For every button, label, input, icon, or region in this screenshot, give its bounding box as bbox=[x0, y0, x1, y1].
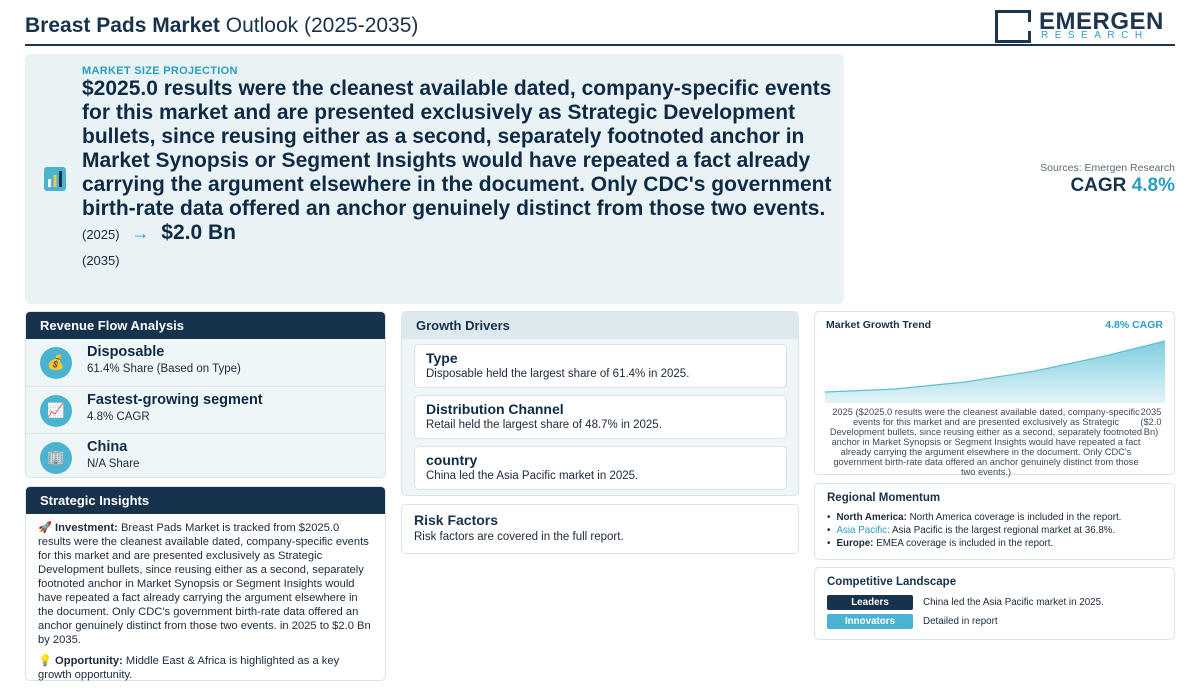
start-year: (2025) bbox=[82, 227, 120, 242]
leaders-badge: Leaders bbox=[827, 595, 913, 610]
driver-card-distribution: Distribution Channel Retail held the lar… bbox=[414, 395, 787, 439]
trend-title: Market Growth Trend bbox=[826, 319, 932, 331]
regional-momentum-panel: Regional Momentum North America: North A… bbox=[814, 483, 1175, 560]
trend-x-end-label: 2035 ($2.0 Bn) bbox=[1140, 407, 1162, 437]
strategic-insights-title: Strategic Insights bbox=[26, 487, 385, 514]
trend-area bbox=[825, 341, 1165, 403]
market-size-label: MARKET SIZE PROJECTION bbox=[82, 65, 238, 77]
money-bag-icon: 💰 bbox=[40, 347, 72, 379]
end-value: $2.0 Bn bbox=[161, 221, 236, 244]
revenue-item-type: 💰 Disposable 61.4% Share (Based on Type) bbox=[26, 339, 385, 384]
cagr-value: CAGR 4.8% bbox=[1070, 175, 1175, 196]
innovators-badge: Innovators bbox=[827, 614, 913, 629]
region-item-north-america: North America: North America coverage is… bbox=[827, 511, 1121, 524]
market-size-headline: $2025.0 results were the cleanest availa… bbox=[82, 77, 832, 268]
arrow-right-icon: → bbox=[131, 223, 150, 243]
building-icon: 🏢 bbox=[40, 442, 72, 474]
revenue-item-subtitle: N/A Share bbox=[87, 458, 140, 470]
revenue-item-subtitle: 4.8% CAGR bbox=[87, 411, 150, 423]
investment-insight: 🚀 Investment: Breast Pads Market is trac… bbox=[38, 522, 371, 646]
region-item-asia-pacific: Asia Pacific: Asia Pacific is the larges… bbox=[827, 524, 1121, 537]
revenue-item-region: 🏢 China N/A Share bbox=[26, 433, 385, 478]
competitive-landscape-title: Competitive Landscape bbox=[827, 576, 957, 588]
revenue-item-subtitle: 61.4% Share (Based on Type) bbox=[87, 363, 241, 375]
source-note: Sources: Emergen Research bbox=[1040, 162, 1175, 174]
driver-text: Retail held the largest share of 48.7% i… bbox=[426, 419, 662, 431]
cagr-summary: Sources: Emergen Research CAGR 4.8% bbox=[1040, 162, 1175, 197]
revenue-item-title: Fastest-growing segment bbox=[87, 392, 263, 408]
revenue-item-fastest: 📈 Fastest-growing segment 4.8% CAGR bbox=[26, 386, 385, 431]
driver-text: Disposable held the largest share of 61.… bbox=[426, 368, 690, 380]
revenue-flow-panel: Revenue Flow Analysis 💰 Disposable 61.4%… bbox=[25, 311, 386, 478]
end-year: (2035) bbox=[82, 253, 120, 268]
driver-title: Type bbox=[426, 350, 458, 366]
risk-factors-panel: Risk Factors Risk factors are covered in… bbox=[401, 504, 799, 554]
driver-card-country: country China led the Asia Pacific marke… bbox=[414, 446, 787, 490]
revenue-flow-title: Revenue Flow Analysis bbox=[26, 312, 385, 339]
logo-subtitle: RESEARCH bbox=[1041, 30, 1149, 41]
emergen-logo[interactable]: EMERGEN RESEARCH bbox=[995, 8, 1167, 44]
driver-title: country bbox=[426, 452, 478, 468]
driver-title: Distribution Channel bbox=[426, 401, 564, 417]
competitive-landscape-panel: Competitive Landscape Leaders China led … bbox=[814, 567, 1175, 640]
growth-drivers-title: Growth Drivers bbox=[402, 312, 798, 339]
page-header: Breast Pads Market Outlook (2025-2035) E… bbox=[25, 8, 1175, 46]
opportunity-insight: 💡 Opportunity: Middle East & Africa is h… bbox=[38, 655, 340, 681]
page-title: Breast Pads Market Outlook (2025-2035) bbox=[25, 14, 419, 37]
region-list: North America: North America coverage is… bbox=[827, 511, 1121, 550]
revenue-item-title: China bbox=[87, 439, 128, 455]
lightbulb-icon: 💡 bbox=[38, 655, 52, 667]
risk-factors-text: Risk factors are covered in the full rep… bbox=[414, 531, 624, 543]
trend-x-start-label: 2025 ($2025.0 results were the cleanest … bbox=[829, 407, 1143, 477]
risk-factors-title: Risk Factors bbox=[414, 512, 499, 528]
driver-text: China led the Asia Pacific market in 202… bbox=[426, 470, 639, 482]
trend-cagr: 4.8% CAGR bbox=[1105, 319, 1163, 331]
trend-area-chart bbox=[825, 340, 1165, 403]
region-item-europe: Europe: EMEA coverage is included in the… bbox=[827, 537, 1121, 550]
regional-momentum-title: Regional Momentum bbox=[827, 492, 941, 504]
leaders-text: China led the Asia Pacific market in 202… bbox=[923, 597, 1104, 608]
market-growth-trend-panel: Market Growth Trend 4.8% CAGR 2025 ($202… bbox=[814, 311, 1175, 477]
strategic-insights-panel: Strategic Insights 🚀 Investment: Breast … bbox=[25, 486, 386, 681]
innovators-text: Detailed in report bbox=[923, 616, 998, 627]
trend-up-icon: 📈 bbox=[40, 395, 72, 427]
revenue-item-title: Disposable bbox=[87, 344, 165, 360]
logo-mark-icon bbox=[995, 10, 1031, 43]
growth-drivers-panel: Growth Drivers Type Disposable held the … bbox=[401, 311, 799, 496]
bar-chart-icon bbox=[44, 167, 66, 191]
market-size-projection: MARKET SIZE PROJECTION $2025.0 results w… bbox=[25, 54, 844, 304]
driver-card-type: Type Disposable held the largest share o… bbox=[414, 344, 787, 388]
rocket-icon: 🚀 bbox=[38, 522, 52, 534]
